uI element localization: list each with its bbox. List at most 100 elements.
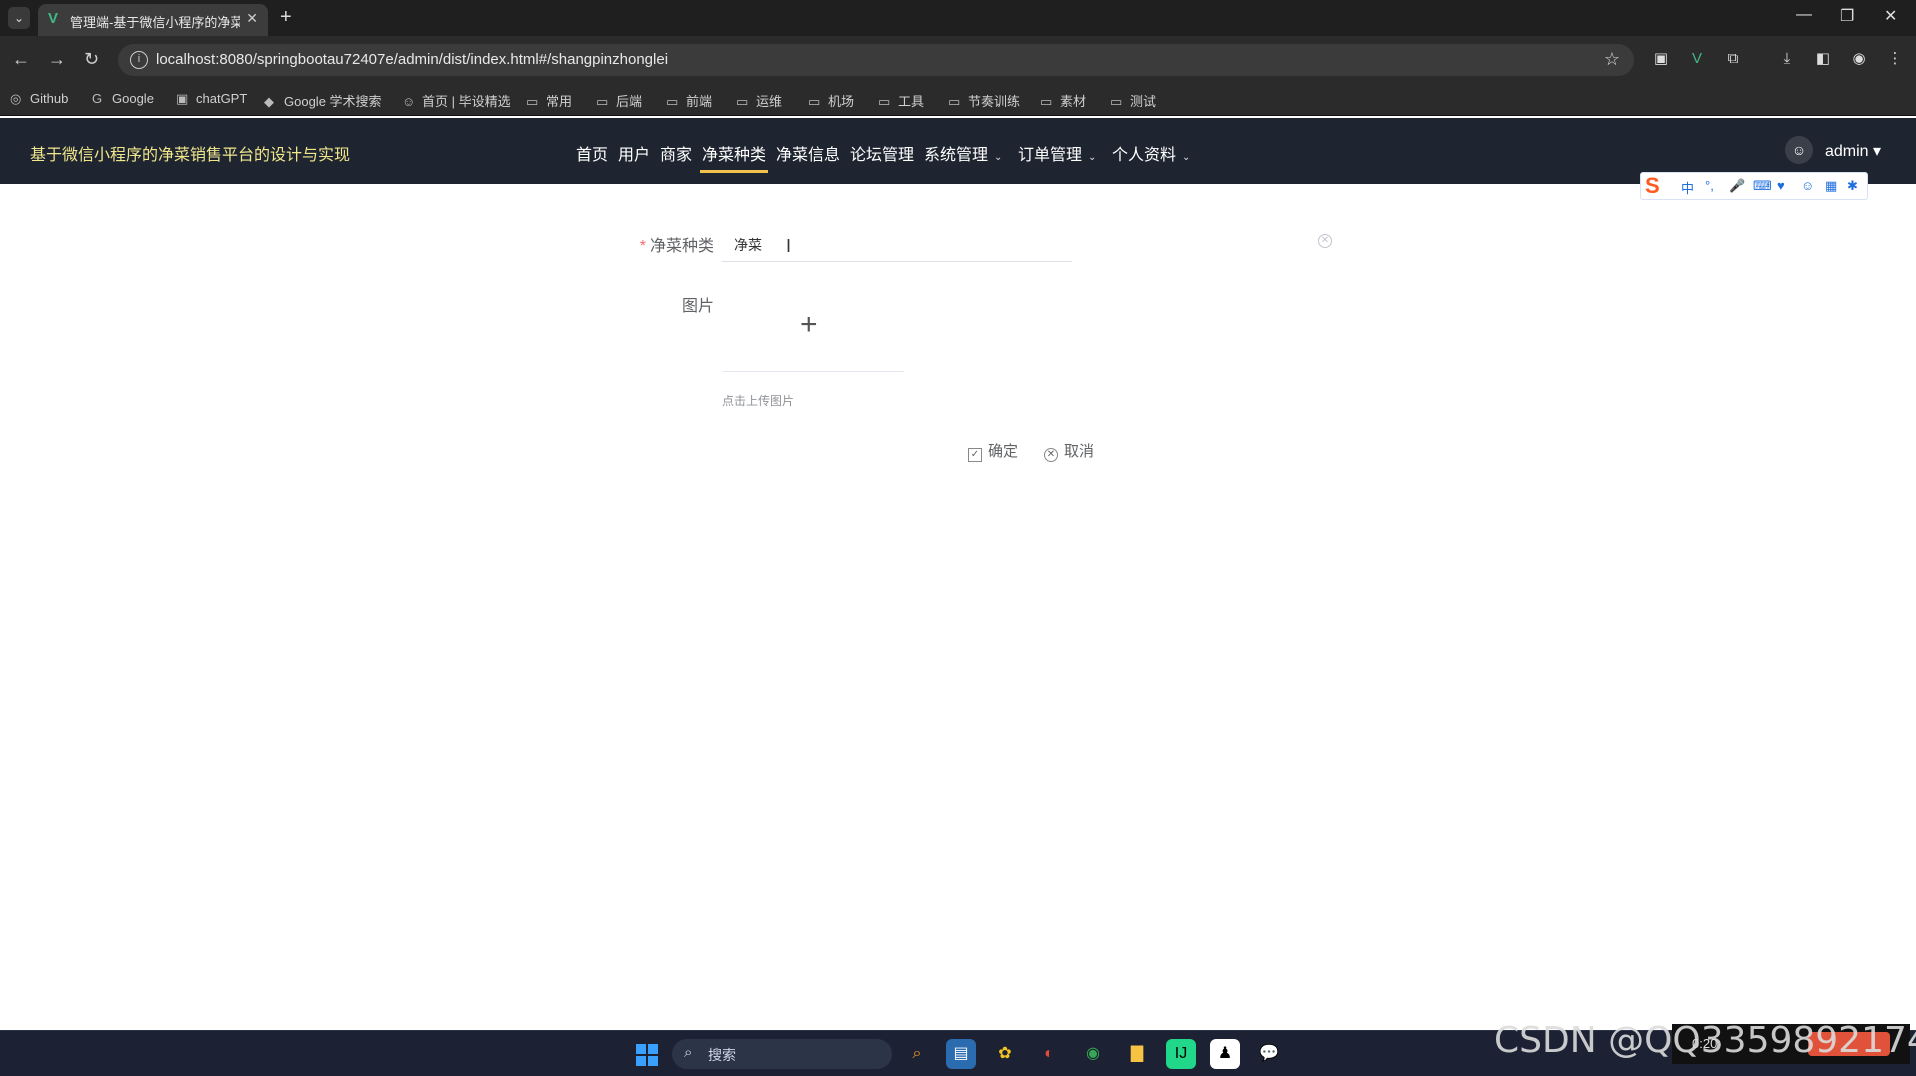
confirm-button[interactable]: ✓ 确定 <box>968 440 1018 470</box>
menu-item-label: 系统管理 <box>924 147 989 164</box>
folder-icon: ▭ <box>1040 94 1053 109</box>
wechat-icon[interactable]: 💬 <box>1254 1039 1284 1069</box>
image-label: 图片 <box>681 298 714 315</box>
bookmark-item[interactable]: ▭ 运维 <box>736 91 782 110</box>
puzzle-icon[interactable]: ⧉ <box>1722 48 1744 70</box>
menu-item-label: 订单管理 <box>1018 147 1083 164</box>
browser-toolbar: ← → ↻ i localhost:8080/springbootau72407… <box>0 36 1916 84</box>
settings-icon[interactable]: ✱ <box>1847 178 1858 194</box>
bookmark-item[interactable]: ▭ 常用 <box>526 91 572 110</box>
ime-mode[interactable]: 中 <box>1681 178 1694 197</box>
menu-item[interactable]: 用户 <box>618 141 650 165</box>
new-tab-button[interactable]: + <box>280 6 292 29</box>
qq-icon[interactable]: ♟ <box>1210 1039 1240 1069</box>
snail-app-icon[interactable]: ◐ <box>1034 1039 1064 1069</box>
skin-icon[interactable]: ♥ <box>1777 178 1785 193</box>
category-input-value[interactable]: 净菜 <box>734 235 762 255</box>
bookmark-item[interactable]: ◆ Google 学术搜索 <box>264 91 382 110</box>
avatar[interactable]: ☺ <box>1785 136 1813 164</box>
microphone-icon[interactable]: 🎤 <box>1729 178 1745 194</box>
windows-start-icon[interactable] <box>636 1044 658 1066</box>
bookmark-label: 运维 <box>756 94 783 109</box>
bookmark-item[interactable]: ▭ 素材 <box>1040 91 1086 110</box>
browser-tab-active[interactable]: V 管理端-基于微信小程序的净菜... ✕ <box>38 4 268 36</box>
bookmark-item[interactable]: ▭ 节奏训练 <box>948 91 1020 110</box>
menu-item[interactable]: 净菜种类 <box>702 141 766 165</box>
address-bar[interactable]: i localhost:8080/springbootau72407e/admi… <box>118 44 1634 76</box>
search-icon: ⌕ <box>684 1044 693 1061</box>
confirm-label: 确定 <box>988 443 1019 460</box>
minimize-icon[interactable]: — <box>1796 6 1812 24</box>
reload-icon[interactable]: ↻ <box>84 49 99 70</box>
forward-icon[interactable]: → <box>48 49 66 70</box>
remote-desktop-icon[interactable]: ▤ <box>946 1039 976 1069</box>
menu-item-label: 首页 <box>576 147 609 164</box>
cancel-label: 取消 <box>1064 443 1095 460</box>
bookmark-item[interactable]: ▭ 后端 <box>596 91 642 110</box>
taskbar-search[interactable]: ⌕ 搜索 <box>672 1039 892 1069</box>
profile-icon[interactable]: ◉ <box>1848 48 1870 70</box>
intellij-icon[interactable]: IJ <box>1166 1039 1196 1069</box>
sogou-logo-icon: S <box>1645 173 1660 198</box>
vue-devtools-icon[interactable]: V <box>1686 48 1708 70</box>
bookmark-item[interactable]: ▣ chatGPT <box>176 91 247 107</box>
image-upload-area[interactable]: + <box>722 292 904 372</box>
bookmark-label: 工具 <box>898 94 925 109</box>
bookmark-item[interactable]: ▭ 工具 <box>878 91 924 110</box>
file-explorer-icon[interactable]: ▇ <box>1122 1039 1152 1069</box>
keyboard-icon[interactable]: ⌨ <box>1753 178 1772 194</box>
download-icon[interactable]: ⤓ <box>1776 48 1798 70</box>
bookmark-item[interactable]: G Google <box>92 91 154 106</box>
app-title: 基于微信小程序的净菜销售平台的设计与实现 <box>30 147 351 164</box>
app-header: 基于微信小程序的净菜销售平台的设计与实现 首页 用户 商家 净菜种类 净菜信息 论坛管理系… <box>0 118 1916 184</box>
bookmark-item[interactable]: ▭ 机场 <box>808 91 854 110</box>
site-info-icon[interactable]: i <box>130 51 148 69</box>
extension-icon[interactable]: ▣ <box>1650 48 1672 70</box>
emoji-icon[interactable]: ☺ <box>1801 178 1814 193</box>
more-menu-icon[interactable]: ⋮ <box>1884 48 1906 70</box>
upload-tip: 点击上传图片 <box>722 394 795 408</box>
toolbox-icon[interactable]: ▦ <box>1825 178 1837 194</box>
active-menu-underline <box>700 170 768 173</box>
baidu-icon[interactable]: ✿ <box>990 1039 1020 1069</box>
tab-list-button[interactable]: ⌄ <box>8 7 30 29</box>
bookmark-star-icon[interactable]: ☆ <box>1604 49 1620 70</box>
chrome-icon[interactable]: ◉ <box>1078 1039 1108 1069</box>
github-icon: ◎ <box>10 91 22 106</box>
punctuation-icon[interactable]: °, <box>1705 178 1714 193</box>
bookmark-label: 前端 <box>686 94 713 109</box>
bookmark-item[interactable]: ▭ 前端 <box>666 91 712 110</box>
clear-icon[interactable]: ✕ <box>1318 234 1332 248</box>
restore-icon[interactable]: ❐ <box>1840 6 1854 26</box>
google-icon: G <box>92 91 103 106</box>
cancel-button[interactable]: ✕ 取消 <box>1044 440 1094 470</box>
menu-item-label: 净菜信息 <box>776 147 841 164</box>
bookmark-label: 素材 <box>1060 94 1087 109</box>
menu-item[interactable]: 订单管理 ⌄ <box>1018 141 1096 165</box>
menu-item-label: 论坛管理 <box>850 147 915 164</box>
chevron-down-icon: ⌄ <box>1088 152 1097 163</box>
category-label: 净菜种类 <box>649 238 714 255</box>
back-icon[interactable]: ← <box>12 49 30 70</box>
bookmark-item[interactable]: ▭ 测试 <box>1110 91 1156 110</box>
category-input[interactable]: 净菜 <box>722 228 1072 262</box>
sidepanel-icon[interactable]: ◧ <box>1812 48 1834 70</box>
menu-item[interactable]: 首页 <box>576 141 608 165</box>
folder-icon: ▭ <box>808 94 821 109</box>
vue-favicon-icon: V <box>48 10 59 27</box>
url-text[interactable]: localhost:8080/springbootau72407e/admin/… <box>156 51 668 68</box>
close-window-icon[interactable]: ✕ <box>1884 6 1897 26</box>
tab-close-icon[interactable]: ✕ <box>246 10 258 27</box>
bookmark-item[interactable]: ◎ Github <box>10 91 68 107</box>
menu-item[interactable]: 个人资料 ⌄ <box>1112 141 1190 165</box>
menu-item[interactable]: 商家 <box>660 141 692 165</box>
menu-item[interactable]: 系统管理 ⌄ <box>924 141 1002 165</box>
chatgpt-icon: ▣ <box>176 91 189 106</box>
browser-tabbar: ⌄ V 管理端-基于微信小程序的净菜... ✕ + — ❐ ✕ <box>0 0 1916 36</box>
menu-item[interactable]: 论坛管理 <box>850 141 914 165</box>
plus-icon: + <box>800 308 818 341</box>
search-app-icon[interactable]: ⌕ <box>902 1039 932 1069</box>
required-asterisk: * <box>639 238 646 255</box>
bookmark-item[interactable]: ☺ 首页 | 毕设精选 <box>402 91 511 110</box>
menu-item[interactable]: 净菜信息 <box>776 141 840 165</box>
